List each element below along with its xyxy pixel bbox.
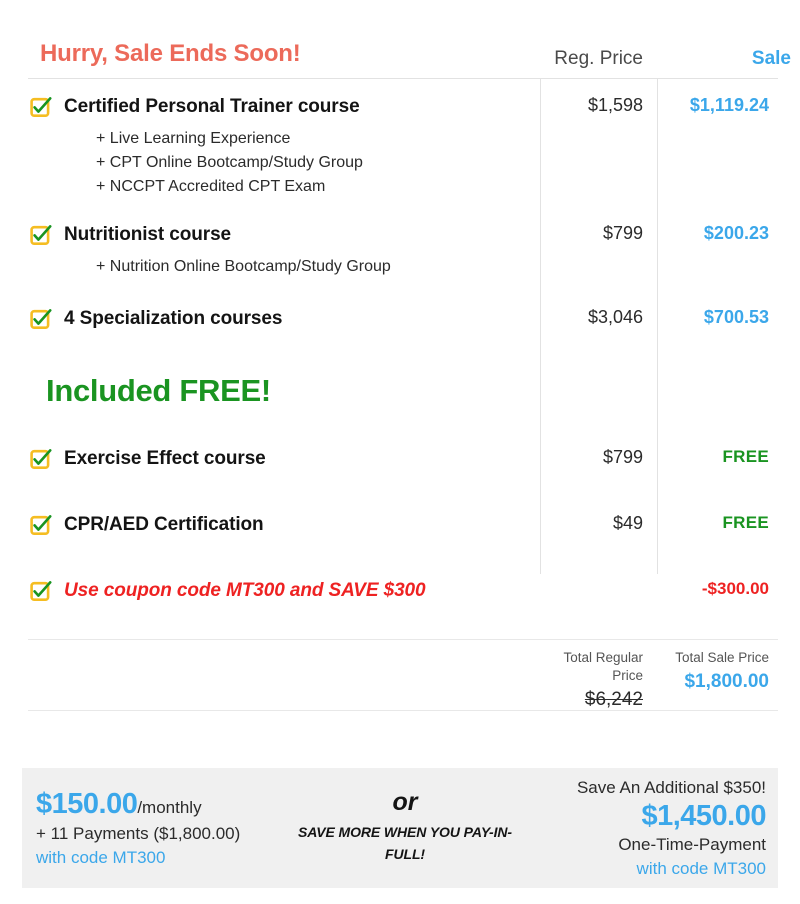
total-sale-value: $1,800.00 [684, 671, 769, 692]
row-item-cell: Certified Personal Trainer course + Live … [28, 95, 540, 199]
row-sale-price: $1,119.24 [689, 95, 769, 115]
sub-item: + Nutrition Online Bootcamp/Study Group [96, 258, 391, 275]
monthly-option[interactable]: $150.00/monthly + 11 Payments ($1,800.00… [22, 788, 292, 869]
table-header: Hurry, Sale Ends Soon! Reg. Price Sale [0, 0, 800, 78]
row-item-label: CPR/AED Certification [64, 514, 264, 535]
pricing-row[interactable]: Nutritionist course + Nutrition Online Bo… [28, 211, 778, 289]
one-time-label: One-Time-Payment [618, 834, 766, 854]
row-item-label: Use coupon code MT300 and SAVE $300 [64, 580, 426, 601]
row-regular-price: $799 [602, 223, 643, 243]
pricing-row[interactable]: Certified Personal Trainer course + Live … [28, 79, 778, 211]
or-label: or [392, 788, 418, 816]
row-item-cell: 4 Specialization courses [28, 307, 540, 331]
promo-title: Hurry, Sale Ends Soon! [40, 40, 301, 67]
monthly-price-line: $150.00/monthly [36, 788, 292, 821]
checkbox-checked-icon[interactable] [30, 514, 52, 536]
pricing-page: Hurry, Sale Ends Soon! Reg. Price Sale C… [0, 0, 800, 904]
row-regular-price: $49 [612, 513, 643, 533]
total-regular-cell: Total Regular Price $6,242 [540, 640, 657, 713]
row-sale-price: FREE [722, 513, 769, 532]
pricing-row[interactable]: CPR/AED Certification $49 FREE [28, 497, 778, 563]
column-header-sale: Sale [751, 48, 791, 69]
row-regular-price: $799 [602, 447, 643, 467]
one-time-coupon-code: with code MT300 [636, 858, 766, 878]
row-item-line: Nutritionist course [28, 223, 540, 247]
row-item-line: Exercise Effect course [28, 447, 540, 471]
included-free-banner: Included FREE! [46, 373, 271, 408]
payment-options-panel: $150.00/monthly + 11 Payments ($1,800.00… [22, 768, 778, 888]
row-item-line: CPR/AED Certification [28, 513, 540, 537]
row-item-line: Use coupon code MT300 and SAVE $300 [28, 579, 540, 603]
row-sale-price: $200.23 [703, 223, 769, 243]
checkbox-checked-icon[interactable] [30, 308, 52, 330]
save-additional-note: Save An Additional $350! [576, 777, 766, 797]
included-free-cell: Included FREE! [28, 373, 540, 409]
row-sale-price: $700.53 [703, 307, 769, 327]
total-sale-label: Total Sale Price [675, 650, 769, 665]
checkbox-checked-icon[interactable] [30, 448, 52, 470]
checkbox-checked-icon[interactable] [30, 96, 52, 118]
row-item-label: Nutritionist course [64, 224, 232, 245]
row-item-cell: Exercise Effect course [28, 447, 540, 471]
row-regular-price: $3,046 [587, 307, 643, 327]
sub-item: + Live Learning Experience [96, 130, 291, 147]
one-time-price: $1,450.00 [641, 799, 766, 832]
one-time-option[interactable]: Save An Additional $350! $1,450.00 One-T… [518, 777, 778, 880]
monthly-price: $150.00 [36, 787, 138, 820]
sub-item-list: + Nutrition Online Bootcamp/Study Group [28, 255, 540, 279]
total-regular-label: Total Regular Price [563, 650, 643, 683]
sub-item: + NCCPT Accredited CPT Exam [96, 178, 326, 195]
row-sale-price: FREE [722, 447, 769, 466]
totals-row: Total Regular Price $6,242 Total Sale Pr… [28, 639, 778, 711]
row-regular-price: $1,598 [587, 95, 643, 115]
pricing-row[interactable]: 4 Specialization courses $3,046 $700.53 [28, 289, 778, 339]
monthly-coupon-code: with code MT300 [36, 847, 166, 867]
total-regular-value: $6,242 [584, 689, 643, 710]
pricing-row[interactable]: Exercise Effect course $799 FREE [28, 431, 778, 497]
column-header-regular-price: Reg. Price [554, 48, 643, 69]
row-item-line: Certified Personal Trainer course [28, 95, 540, 119]
sub-item-list: + Live Learning Experience + CPT Online B… [28, 127, 540, 199]
monthly-payments-note: + 11 Payments ($1,800.00) [36, 823, 241, 843]
included-free-row: Included FREE! [28, 339, 778, 431]
row-item-cell: Nutritionist course + Nutrition Online Bo… [28, 223, 540, 279]
row-sale-price: -$300.00 [701, 579, 769, 598]
panel-separator: or SAVE MORE WHEN YOU PAY-IN-FULL! [292, 787, 518, 869]
total-sale-cell: Total Sale Price $1,800.00 [657, 640, 778, 695]
monthly-suffix: /monthly [137, 797, 202, 817]
row-item-label: Exercise Effect course [64, 448, 266, 469]
checkbox-checked-icon[interactable] [30, 224, 52, 246]
row-item-line: 4 Specialization courses [28, 307, 540, 331]
pricing-row[interactable]: Use coupon code MT300 and SAVE $300 -$300… [28, 563, 778, 639]
pay-in-full-note: SAVE MORE WHEN YOU PAY-IN-FULL! [298, 824, 512, 862]
row-item-label: 4 Specialization courses [64, 308, 283, 329]
row-item-label: Certified Personal Trainer course [64, 96, 360, 117]
checkbox-checked-icon[interactable] [30, 580, 52, 602]
row-item-cell: CPR/AED Certification [28, 513, 540, 537]
pricing-table: Certified Personal Trainer course + Live … [28, 78, 778, 711]
row-item-cell: Use coupon code MT300 and SAVE $300 [28, 579, 540, 603]
sub-item: + CPT Online Bootcamp/Study Group [96, 154, 363, 171]
